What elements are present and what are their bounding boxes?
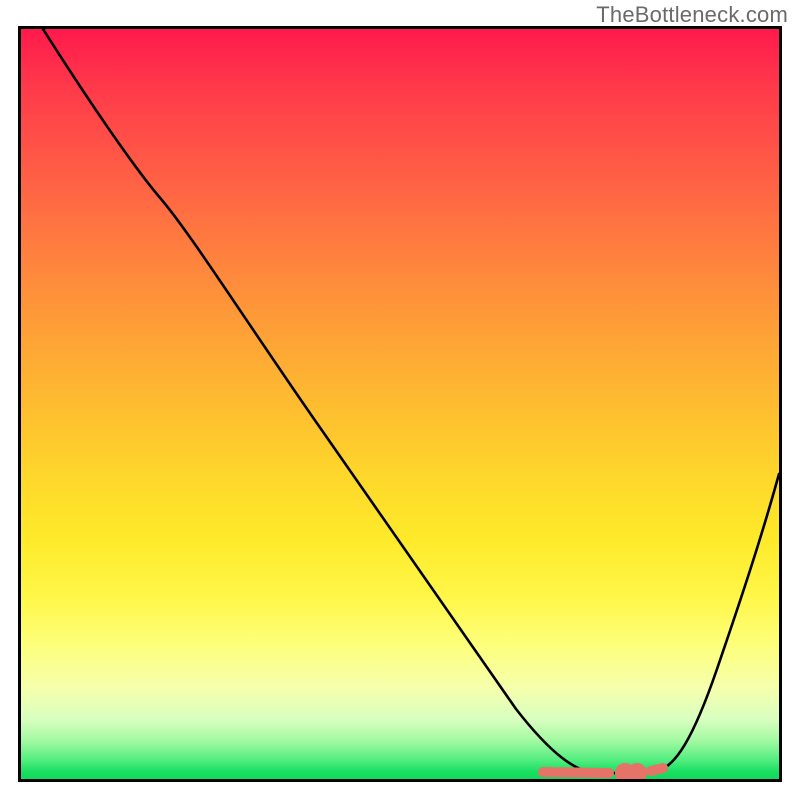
plot-frame bbox=[18, 26, 782, 782]
chart-svg bbox=[21, 29, 779, 779]
chart-container: TheBottleneck.com bbox=[0, 0, 800, 800]
optimal-segment bbox=[543, 768, 663, 778]
watermark-text: TheBottleneck.com bbox=[596, 2, 788, 28]
bottleneck-curve bbox=[43, 29, 779, 773]
